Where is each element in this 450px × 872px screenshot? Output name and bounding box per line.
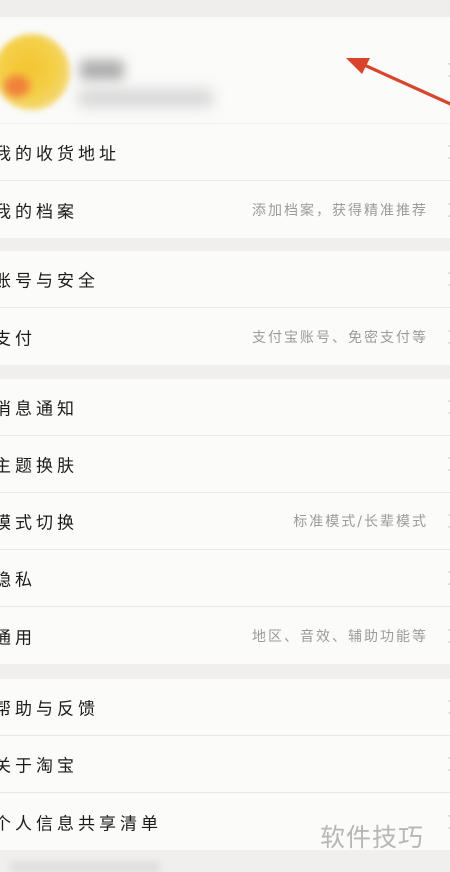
row-hint: 标准模式/长辈模式: [293, 514, 428, 530]
chevron-right-icon: [441, 699, 450, 715]
row-hint: 地区、音效、辅助功能等: [252, 628, 428, 645]
chevron-right-icon: [441, 570, 450, 586]
row-account-security[interactable]: 账号与安全: [0, 251, 450, 308]
row-label: 个人信息共享清单: [0, 814, 162, 834]
watermark: 软件技巧: [320, 823, 425, 852]
row-label: 我的档案: [0, 202, 78, 222]
row-mode-switch[interactable]: 模式切换 标准模式/长辈模式: [0, 493, 450, 550]
settings-group-1: 我的收货地址 我的档案 添加档案，获得精准推荐: [0, 124, 450, 238]
chevron-right-icon: [441, 628, 450, 643]
row-address[interactable]: 我的收货地址: [0, 124, 450, 181]
chevron-right-icon: [441, 144, 450, 160]
row-label: 支付: [0, 329, 36, 349]
row-label: 帮助与反馈: [0, 699, 99, 720]
chevron-right-icon: [441, 513, 450, 529]
row-help-feedback[interactable]: 帮助与反馈: [0, 679, 450, 736]
row-profile-archive[interactable]: 我的档案 添加档案，获得精准推荐: [0, 181, 450, 238]
avatar[interactable]: [0, 34, 70, 110]
row-hint: 支付宝账号、免密支付等: [252, 329, 428, 346]
chevron-right-icon: [441, 756, 450, 772]
row-label: 主题换肤: [0, 456, 78, 477]
row-label: 通用: [0, 628, 36, 648]
row-payment[interactable]: 支付 支付宝账号、免密支付等: [0, 308, 450, 365]
chevron-right-icon: [441, 271, 450, 287]
row-label: 消息通知: [0, 399, 78, 420]
chevron-right-icon: [441, 399, 450, 415]
settings-group-2: 账号与安全 支付 支付宝账号、免密支付等: [0, 251, 450, 365]
chevron-right-icon: [441, 202, 450, 217]
row-theme[interactable]: 主题换肤: [0, 436, 450, 493]
row-privacy[interactable]: 隐私: [0, 550, 450, 607]
row-label: 我的收货地址: [0, 144, 120, 165]
top-strip: [0, 0, 450, 17]
avatar-detail: [4, 75, 30, 97]
annotation-arrow-icon: [346, 58, 450, 106]
chevron-right-icon: [441, 456, 450, 472]
row-general[interactable]: 通用 地区、音效、辅助功能等: [0, 607, 450, 664]
row-hint: 添加档案，获得精准推荐: [252, 202, 428, 219]
row-label: 隐私: [0, 570, 36, 591]
blurred-username: [80, 60, 124, 80]
settings-group-3: 消息通知 主题换肤 模式切换 标准模式/长辈模式 隐私 通用 地区、音效、辅助功…: [0, 379, 450, 664]
row-notifications[interactable]: 消息通知: [0, 379, 450, 436]
chevron-right-icon: [441, 329, 450, 344]
row-about[interactable]: 关于淘宝: [0, 736, 450, 793]
row-label: 模式切换: [0, 513, 78, 534]
blurred-user-info: [78, 89, 213, 107]
row-label: 账号与安全: [0, 271, 99, 292]
row-label: 关于淘宝: [0, 756, 78, 777]
chevron-right-icon: [441, 814, 450, 829]
